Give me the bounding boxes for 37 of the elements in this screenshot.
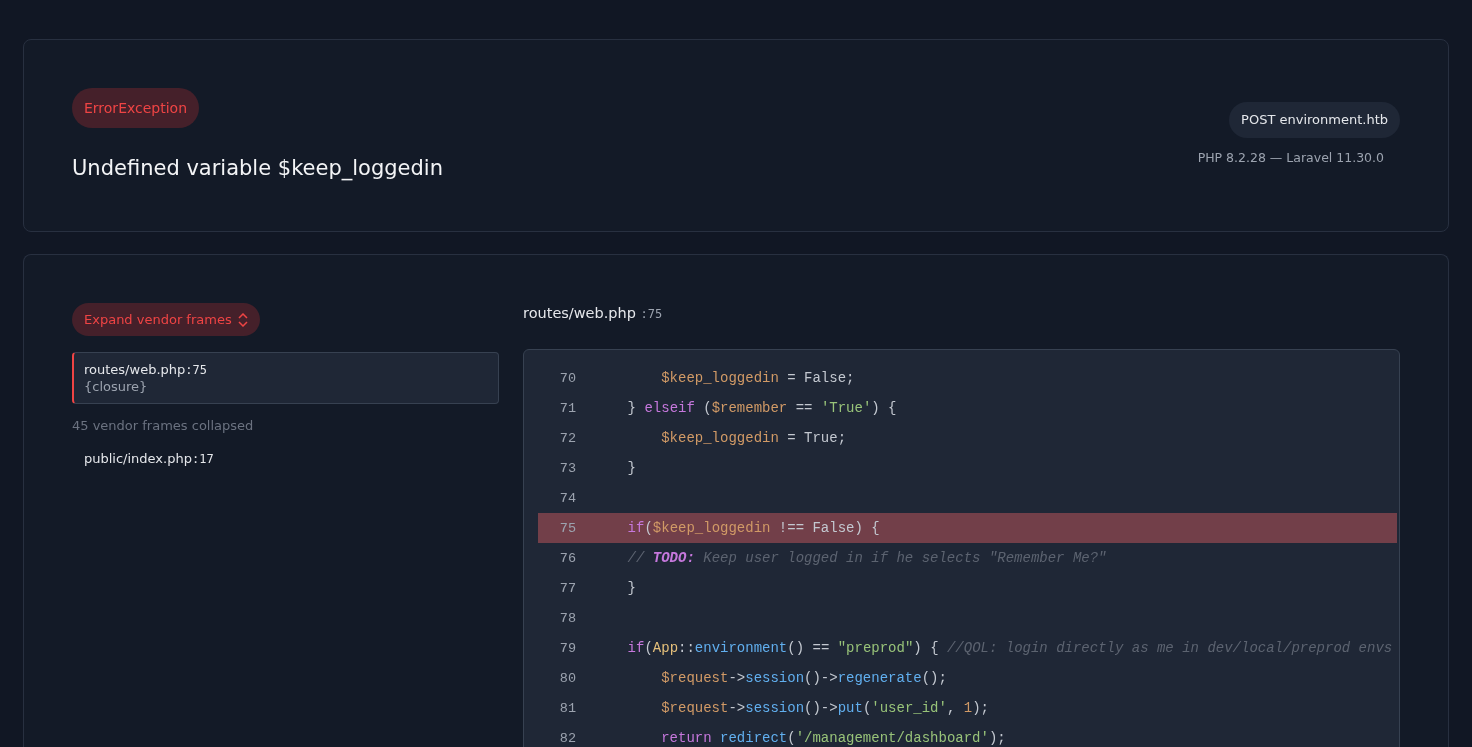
line-number: 76 <box>558 550 576 566</box>
frame-file: routes/web.php:75 <box>84 362 208 377</box>
line-number: 79 <box>558 640 576 656</box>
chevron-up-down-icon <box>237 312 248 327</box>
frame-file: public/index.php:17 <box>84 451 215 466</box>
code-line: $keep_loggedin = True; <box>660 430 847 446</box>
line-number: 77 <box>558 580 576 596</box>
exception-type-badge: ErrorException <box>72 88 200 128</box>
code-line: if(App::environment() == "preprod") { //QOL: login directly as me in dev/local/preprod envs <box>626 640 1393 656</box>
code-line: $request->session()->put('user_id', 1); <box>660 700 989 716</box>
stack-frame[interactable]: public/index.php:17 <box>72 441 499 476</box>
line-number: 71 <box>558 400 576 416</box>
frame-function: {closure} <box>84 379 149 394</box>
line-number: 78 <box>558 610 576 626</box>
line-number: 81 <box>558 700 576 716</box>
code-line: return redirect('/management/dashboard'); <box>660 730 1006 746</box>
code-line: if($keep_loggedin !== False) { <box>626 520 880 536</box>
line-number: 75 <box>558 520 576 536</box>
line-number: 73 <box>558 460 576 476</box>
code-line: } <box>626 580 636 596</box>
code-line: $request->session()->regenerate(); <box>660 670 947 686</box>
code-line: } elseif ($remember == 'True') { <box>626 400 897 416</box>
line-number: 80 <box>558 670 576 686</box>
code-line: // TODO: Keep user logged in if he selects "Remember Me?" <box>626 550 1107 566</box>
line-number: 72 <box>558 430 576 446</box>
code-line: } <box>626 460 636 476</box>
line-number: 74 <box>558 490 576 506</box>
request-pill: POST environment.htb <box>1229 102 1400 138</box>
error-message: Undefined variable $keep_loggedin <box>72 156 443 180</box>
line-number: 70 <box>558 370 576 386</box>
code-line: $keep_loggedin = False; <box>660 370 855 386</box>
version-info: PHP 8.2.28 — Laravel 11.30.0 <box>1197 150 1384 165</box>
expand-vendor-frames-button[interactable]: Expand vendor frames <box>72 303 260 336</box>
code-file-title: routes/web.php :75 <box>523 304 664 321</box>
collapsed-frames-note: 45 vendor frames collapsed <box>72 418 255 433</box>
stack-frame[interactable]: routes/web.php:75 {closure} <box>72 352 499 404</box>
line-number: 82 <box>558 730 576 746</box>
